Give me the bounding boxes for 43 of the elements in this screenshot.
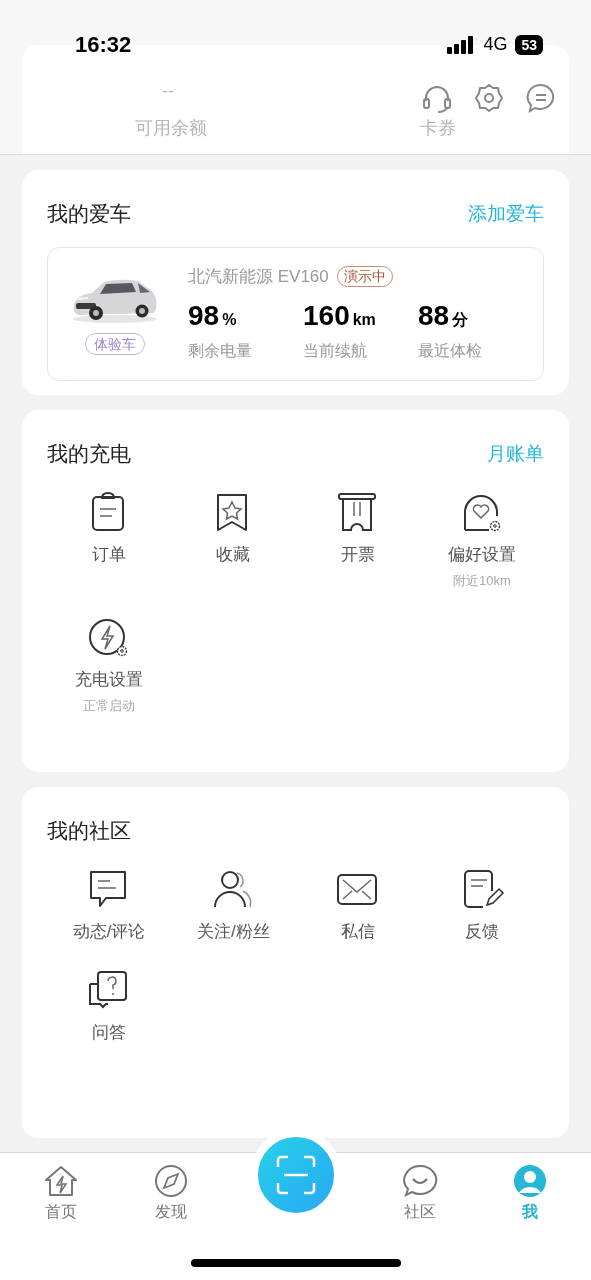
section-title: 我的社区 [47, 819, 131, 842]
car-panel[interactable]: 体验车 北汽新能源 EV160 演示中 98% 剩余电量 160 km 当前续航 88 分 最近体检 [47, 246, 544, 381]
balance-label: 可用余额 [135, 117, 207, 140]
stat-value: 98 [188, 299, 220, 334]
balance-value: -- [162, 80, 174, 103]
settings-icon[interactable] [473, 82, 505, 114]
menu-item[interactable]: 充电设置 [75, 614, 144, 692]
network-label: 4G [483, 33, 508, 56]
menu-item[interactable]: 开票 [334, 489, 381, 567]
menu-item[interactable]: 收藏 [210, 489, 257, 567]
stat-unit: % [222, 310, 237, 331]
signal-icon [447, 35, 476, 54]
item-subtitle: 正常启动 [83, 697, 136, 715]
menu-item[interactable]: 反馈 [458, 866, 505, 944]
coupon-label: 卡券 [420, 117, 456, 140]
battery-indicator: 53 [515, 34, 543, 55]
tab[interactable]: 首页 [21, 1164, 101, 1224]
car-model: 北汽新能源 EV160 [188, 265, 329, 288]
status-time: 16:32 [75, 31, 132, 59]
stat-unit: 分 [452, 310, 469, 331]
stat-label: 最近体检 [418, 341, 483, 362]
menu-item[interactable]: 偏好设置 [447, 489, 516, 567]
scan-icon [276, 1155, 316, 1195]
stat-unit: km [352, 310, 376, 331]
stat-value: 160 [303, 299, 350, 334]
tab[interactable]: 发现 [130, 1164, 211, 1224]
item-subtitle: 附近10km [452, 572, 511, 590]
menu-item[interactable]: 关注/粉丝 [197, 866, 270, 944]
tab[interactable]: 社区 [380, 1164, 461, 1224]
section-title: 我的爱车 [47, 201, 131, 227]
menu-item[interactable]: 问答 [86, 968, 133, 1046]
stat-value: 88 [418, 299, 450, 334]
compass-icon [152, 1164, 189, 1198]
house-lightning-icon [43, 1164, 79, 1198]
chat-smile-icon [402, 1164, 439, 1198]
menu-item[interactable]: 订单 [86, 489, 133, 567]
stat-label: 剩余电量 [188, 341, 253, 362]
message-icon[interactable] [525, 82, 557, 114]
section-title: 我的充电 [47, 441, 131, 467]
menu-item[interactable]: 动态/评论 [72, 866, 146, 944]
stat-label: 当前续航 [303, 341, 368, 362]
menu-item[interactable]: 私信 [334, 866, 381, 944]
user-icon [512, 1164, 548, 1198]
